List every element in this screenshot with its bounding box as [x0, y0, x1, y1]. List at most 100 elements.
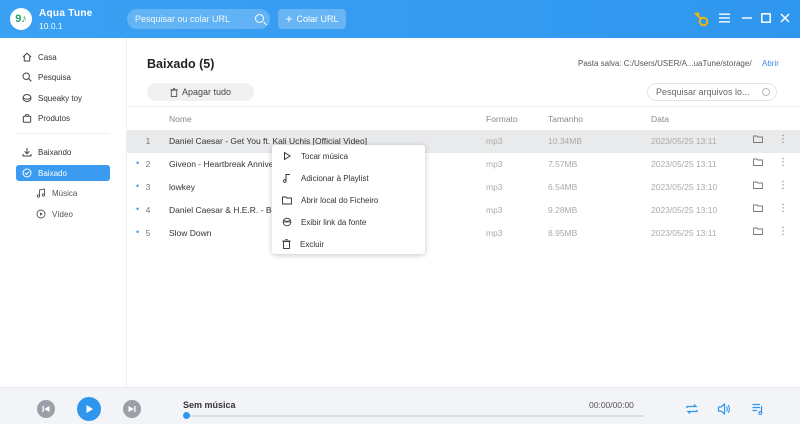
menu-item-label: Adicionar à Playlist — [301, 173, 369, 183]
sidebar-item-label: Produtos — [38, 113, 71, 123]
menu-item-label: Excluir — [300, 239, 325, 249]
table-row[interactable]: • 2 Giveon - Heartbreak Anniversary mp3 … — [127, 153, 800, 176]
row-number: 4 — [145, 205, 151, 215]
download-icon — [22, 148, 32, 157]
maximize-icon[interactable] — [759, 11, 773, 25]
sidebar-item-label: Vídeo — [52, 209, 73, 219]
play-button[interactable] — [77, 397, 101, 421]
menu-item-add-playlist[interactable]: Adicionar à Playlist — [272, 168, 425, 188]
app-logo: 9♪ — [10, 8, 32, 30]
music-note-icon — [36, 188, 46, 198]
status-dot: • — [136, 204, 140, 214]
column-header-date[interactable]: Data — [651, 114, 669, 124]
top-bar: 9♪ Aqua Tune 10.0.1 + Colar URL — [0, 0, 800, 38]
progress-handle[interactable] — [183, 412, 190, 419]
more-options-icon[interactable]: ⋮ — [778, 226, 788, 237]
app-name: Aqua Tune — [39, 8, 93, 19]
page-title: Baixado (5) — [147, 57, 215, 71]
sidebar-item-casa[interactable]: Casa — [16, 49, 110, 65]
playlist-icon[interactable] — [751, 402, 765, 416]
menu-item-play[interactable]: Tocar música — [272, 146, 425, 166]
track-date: 2023/05/25 13:11 — [651, 159, 717, 169]
track-size: 7.57MB — [548, 159, 578, 169]
table-row[interactable]: • 4 Daniel Caesar & H.E.R. - Best Part m… — [127, 199, 800, 222]
play-icon — [284, 151, 291, 161]
sidebar-item-baixando[interactable]: Baixando — [16, 144, 110, 160]
more-options-icon[interactable]: ⋮ — [778, 180, 788, 191]
delete-all-button[interactable]: Apagar tudo — [147, 83, 254, 101]
paste-url-button[interactable]: + Colar URL — [278, 9, 346, 29]
row-number: 5 — [145, 228, 151, 238]
previous-icon — [42, 406, 50, 412]
table-row[interactable]: • 5 Slow Down mp3 8.95MB 2023/05/25 13:1… — [127, 222, 800, 245]
track-size: 10.34MB — [548, 136, 583, 146]
folder-icon[interactable] — [753, 227, 763, 237]
track-name: lowkey — [169, 182, 195, 192]
next-icon — [128, 406, 136, 412]
sidebar-item-pesquisa[interactable]: Pesquisa — [16, 69, 110, 85]
sidebar-divider — [16, 133, 110, 134]
plus-icon: + — [285, 12, 293, 26]
search-icon[interactable] — [762, 88, 770, 96]
previous-button[interactable] — [37, 400, 55, 418]
table-row[interactable]: 1 Daniel Caesar - Get You ft. Kali Uchis… — [127, 130, 800, 153]
minimize-icon[interactable] — [740, 11, 754, 25]
sidebar-item-baixado[interactable]: Baixado — [16, 165, 110, 181]
sidebar-item-musica[interactable]: Música — [30, 185, 110, 201]
url-search-input[interactable] — [127, 9, 270, 29]
next-button[interactable] — [123, 400, 141, 418]
track-date: 2023/05/25 13:10 — [651, 205, 718, 215]
delete-all-label: Apagar tudo — [181, 87, 232, 97]
search-icon[interactable] — [255, 14, 264, 23]
play-circle-icon — [36, 209, 46, 219]
table-row[interactable]: • 3 lowkey mp3 6.54MB 2023/05/25 13:10 ⋮ — [127, 176, 800, 199]
folder-icon[interactable] — [753, 204, 763, 214]
progress-bar[interactable] — [186, 415, 644, 417]
track-size: 8.95MB — [548, 228, 578, 238]
track-format: mp3 — [486, 182, 503, 192]
track-format: mp3 — [486, 136, 503, 146]
folder-icon[interactable] — [753, 158, 763, 168]
main-content: Baixado (5) Pasta salva: C:/Users/USER/A… — [127, 38, 800, 387]
more-options-icon[interactable]: ⋮ — [778, 134, 788, 145]
file-search-input[interactable] — [647, 83, 777, 101]
context-menu: Tocar música Adicionar à Playlist Abrir … — [272, 145, 425, 254]
open-folder-link[interactable]: Abrir — [762, 59, 779, 68]
column-header-name[interactable]: Nome — [169, 114, 192, 124]
menu-item-show-source-link[interactable]: Exibir link da fonte — [272, 212, 425, 232]
check-circle-icon — [22, 168, 32, 178]
paste-url-label: Colar URL — [296, 14, 339, 24]
key-icon[interactable] — [693, 11, 709, 27]
trash-icon — [282, 239, 291, 249]
sidebar-item-video[interactable]: Vídeo — [30, 206, 110, 222]
more-options-icon[interactable]: ⋮ — [778, 157, 788, 168]
bag-icon — [22, 113, 32, 123]
sidebar-item-label: Música — [52, 188, 78, 198]
menu-item-label: Exibir link da fonte — [301, 217, 367, 227]
volume-icon[interactable] — [717, 402, 731, 416]
menu-item-open-location[interactable]: Abrir local do Ficheiro — [272, 190, 425, 210]
sidebar-item-label: Baixando — [38, 147, 72, 157]
menu-item-delete[interactable]: Excluir — [272, 234, 425, 254]
playback-time: 00:00/00:00 — [589, 400, 634, 410]
menu-item-label: Abrir local do Ficheiro — [301, 195, 379, 205]
repeat-icon[interactable] — [685, 402, 699, 416]
status-dot: • — [136, 158, 140, 168]
more-options-icon[interactable]: ⋮ — [778, 203, 788, 214]
status-dot: • — [136, 227, 140, 237]
track-date: 2023/05/25 13:11 — [651, 136, 717, 146]
menu-icon[interactable] — [717, 11, 731, 25]
folder-icon[interactable] — [753, 181, 763, 191]
close-icon[interactable] — [778, 11, 792, 25]
track-date: 2023/05/25 13:10 — [651, 182, 718, 192]
folder-icon[interactable] — [753, 135, 763, 145]
sidebar-item-squeaky-toy[interactable]: Squeaky toy — [16, 90, 110, 106]
sidebar-item-label: Baixado — [38, 168, 67, 178]
folder-icon — [282, 196, 292, 204]
sidebar-item-produtos[interactable]: Produtos — [16, 110, 110, 126]
row-number: 1 — [145, 136, 151, 146]
save-path: Pasta salva: C:/Users/USER/A...uaTune/st… — [578, 59, 752, 68]
status-dot: • — [136, 181, 140, 191]
column-header-size[interactable]: Tamanho — [548, 114, 583, 124]
column-header-format[interactable]: Formato — [486, 114, 518, 124]
